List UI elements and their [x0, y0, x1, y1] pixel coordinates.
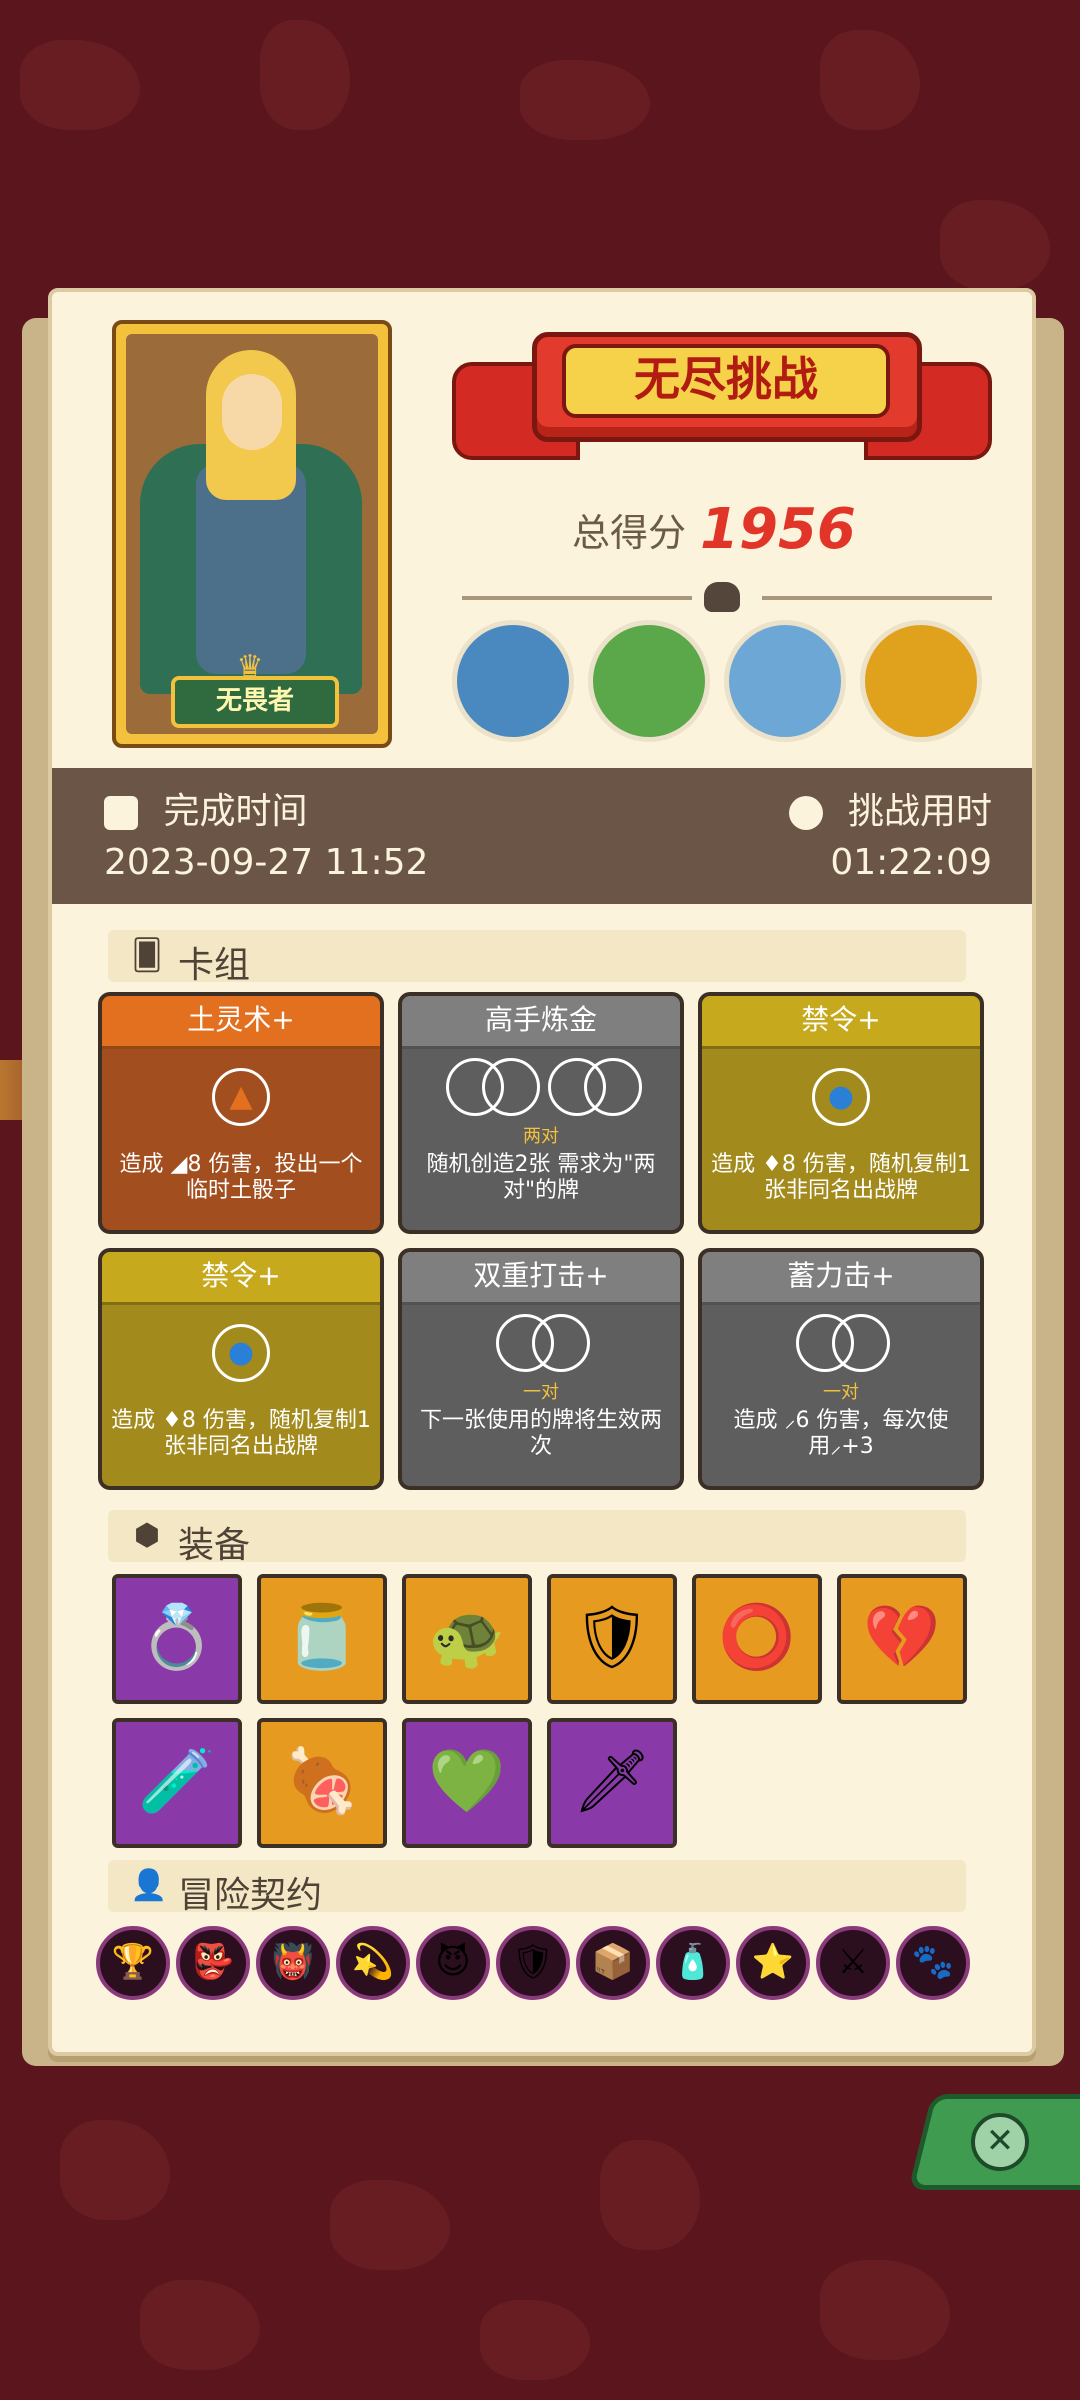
- close-icon: ✕: [971, 2113, 1029, 2171]
- finish-time-value: 2023-09-27 11:52: [104, 842, 429, 883]
- defeated-bosses: [452, 620, 992, 748]
- skull-icon: [704, 582, 740, 612]
- score-value: 1956: [700, 497, 856, 562]
- sword-shield-icon[interactable]: ⚔: [816, 1926, 890, 2000]
- gem-ring-icon[interactable]: 💚: [402, 1718, 532, 1848]
- deck-card[interactable]: 禁令+ ● 造成 ♦8 伤害，随机复制1张非同名出战牌: [698, 992, 984, 1234]
- fur-hood-kid-icon[interactable]: [724, 620, 846, 742]
- result-panel: ♛ 无畏者 无尽挑战 总得分 1956 完成时间 2023-09-27 11:52…: [48, 288, 1036, 2056]
- potion-icon[interactable]: 🧴: [656, 1926, 730, 2000]
- goblin-icon[interactable]: [588, 620, 710, 742]
- mode-banner: 无尽挑战: [452, 322, 992, 472]
- hero-portrait: ♛ 无畏者: [112, 320, 392, 748]
- jar-icon[interactable]: 🫙: [257, 1574, 387, 1704]
- blue-shield-icon[interactable]: 🛡: [496, 1926, 570, 2000]
- stopwatch-icon: [788, 796, 823, 830]
- demon-face-icon[interactable]: 👹: [256, 1926, 330, 2000]
- calendar-icon: [104, 796, 138, 830]
- diamond-ring-icon[interactable]: 💍: [112, 1574, 242, 1704]
- deck-card[interactable]: 禁令+ ● 造成 ♦8 伤害，随机复制1张非同名出战牌: [98, 1248, 384, 1490]
- chalice-icon[interactable]: 🏆: [96, 1926, 170, 2000]
- crystal-dagger-icon[interactable]: 🗡: [547, 1718, 677, 1848]
- deck-card[interactable]: 蓄力击+ 一对 造成 ⸝6 伤害，每次使用⸝+3: [698, 1248, 984, 1490]
- person-icon: 👤: [130, 1868, 168, 1903]
- goblin-head-icon[interactable]: 👺: [176, 1926, 250, 2000]
- total-score: 总得分 1956: [572, 497, 856, 562]
- cracked-heart-icon[interactable]: 💔: [837, 1574, 967, 1704]
- mode-title: 无尽挑战: [562, 344, 890, 418]
- deck-label: 卡组: [178, 945, 251, 986]
- finish-time-label: 完成时间: [163, 791, 308, 832]
- spiked-armor-icon[interactable]: 🛡: [547, 1574, 677, 1704]
- water-orb-icon: ●: [212, 1324, 270, 1382]
- golden-halo-icon[interactable]: 💫: [336, 1926, 410, 2000]
- sunflower-pumpkin-icon[interactable]: [860, 620, 982, 742]
- close-button[interactable]: ✕: [908, 2094, 1080, 2190]
- spiky-beast-icon[interactable]: 😈: [416, 1926, 490, 2000]
- equipment-label: 装备: [178, 1525, 251, 1566]
- duration-value: 01:22:09: [830, 842, 992, 883]
- deck-card[interactable]: 双重打击+ 一对 下一张使用的牌将生效两次: [398, 1248, 684, 1490]
- wineskin-icon[interactable]: 🧪: [112, 1718, 242, 1848]
- deck-header: 🂠 卡组: [108, 930, 966, 986]
- star-triangle-icon[interactable]: ⭐: [736, 1926, 810, 2000]
- equipment-header: ⬢ 装备: [108, 1510, 966, 1566]
- mushroom-elder-icon[interactable]: [452, 620, 574, 742]
- contracts-header: 👤 冒险契约: [108, 1860, 966, 1916]
- cards-icon: 🂠: [131, 938, 163, 973]
- turtle-shell-icon[interactable]: 🐢: [402, 1574, 532, 1704]
- contracts-label: 冒险契约: [178, 1875, 323, 1916]
- water-orb-icon: ●: [812, 1068, 870, 1126]
- crate-icon[interactable]: 📦: [576, 1926, 650, 2000]
- deck-card[interactable]: 高手炼金 两对 随机创造2张 需求为"两对"的牌: [398, 992, 684, 1234]
- cube-icon: ⬢: [133, 1518, 161, 1553]
- meat-leg-icon[interactable]: 🍖: [257, 1718, 387, 1848]
- score-label: 总得分: [572, 511, 687, 555]
- contract-list: 🏆 👺 👹 💫 😈 🛡 📦 🧴 ⭐ ⚔ 🐾: [96, 1926, 996, 2006]
- paw-shield-icon[interactable]: 🐾: [896, 1926, 970, 2000]
- time-bar: 完成时间 2023-09-27 11:52 挑战用时 01:22:09: [52, 768, 1032, 904]
- donut-amulet-icon[interactable]: ⭕: [692, 1574, 822, 1704]
- duration-label: 挑战用时: [847, 791, 992, 832]
- earth-orb-icon: ▲: [212, 1068, 270, 1126]
- boss-divider: [442, 582, 1002, 612]
- hero-name: 无畏者: [171, 676, 339, 728]
- deck-card[interactable]: 土灵术+ ▲ 造成 ◢8 伤害，投出一个临时土骰子: [98, 992, 384, 1234]
